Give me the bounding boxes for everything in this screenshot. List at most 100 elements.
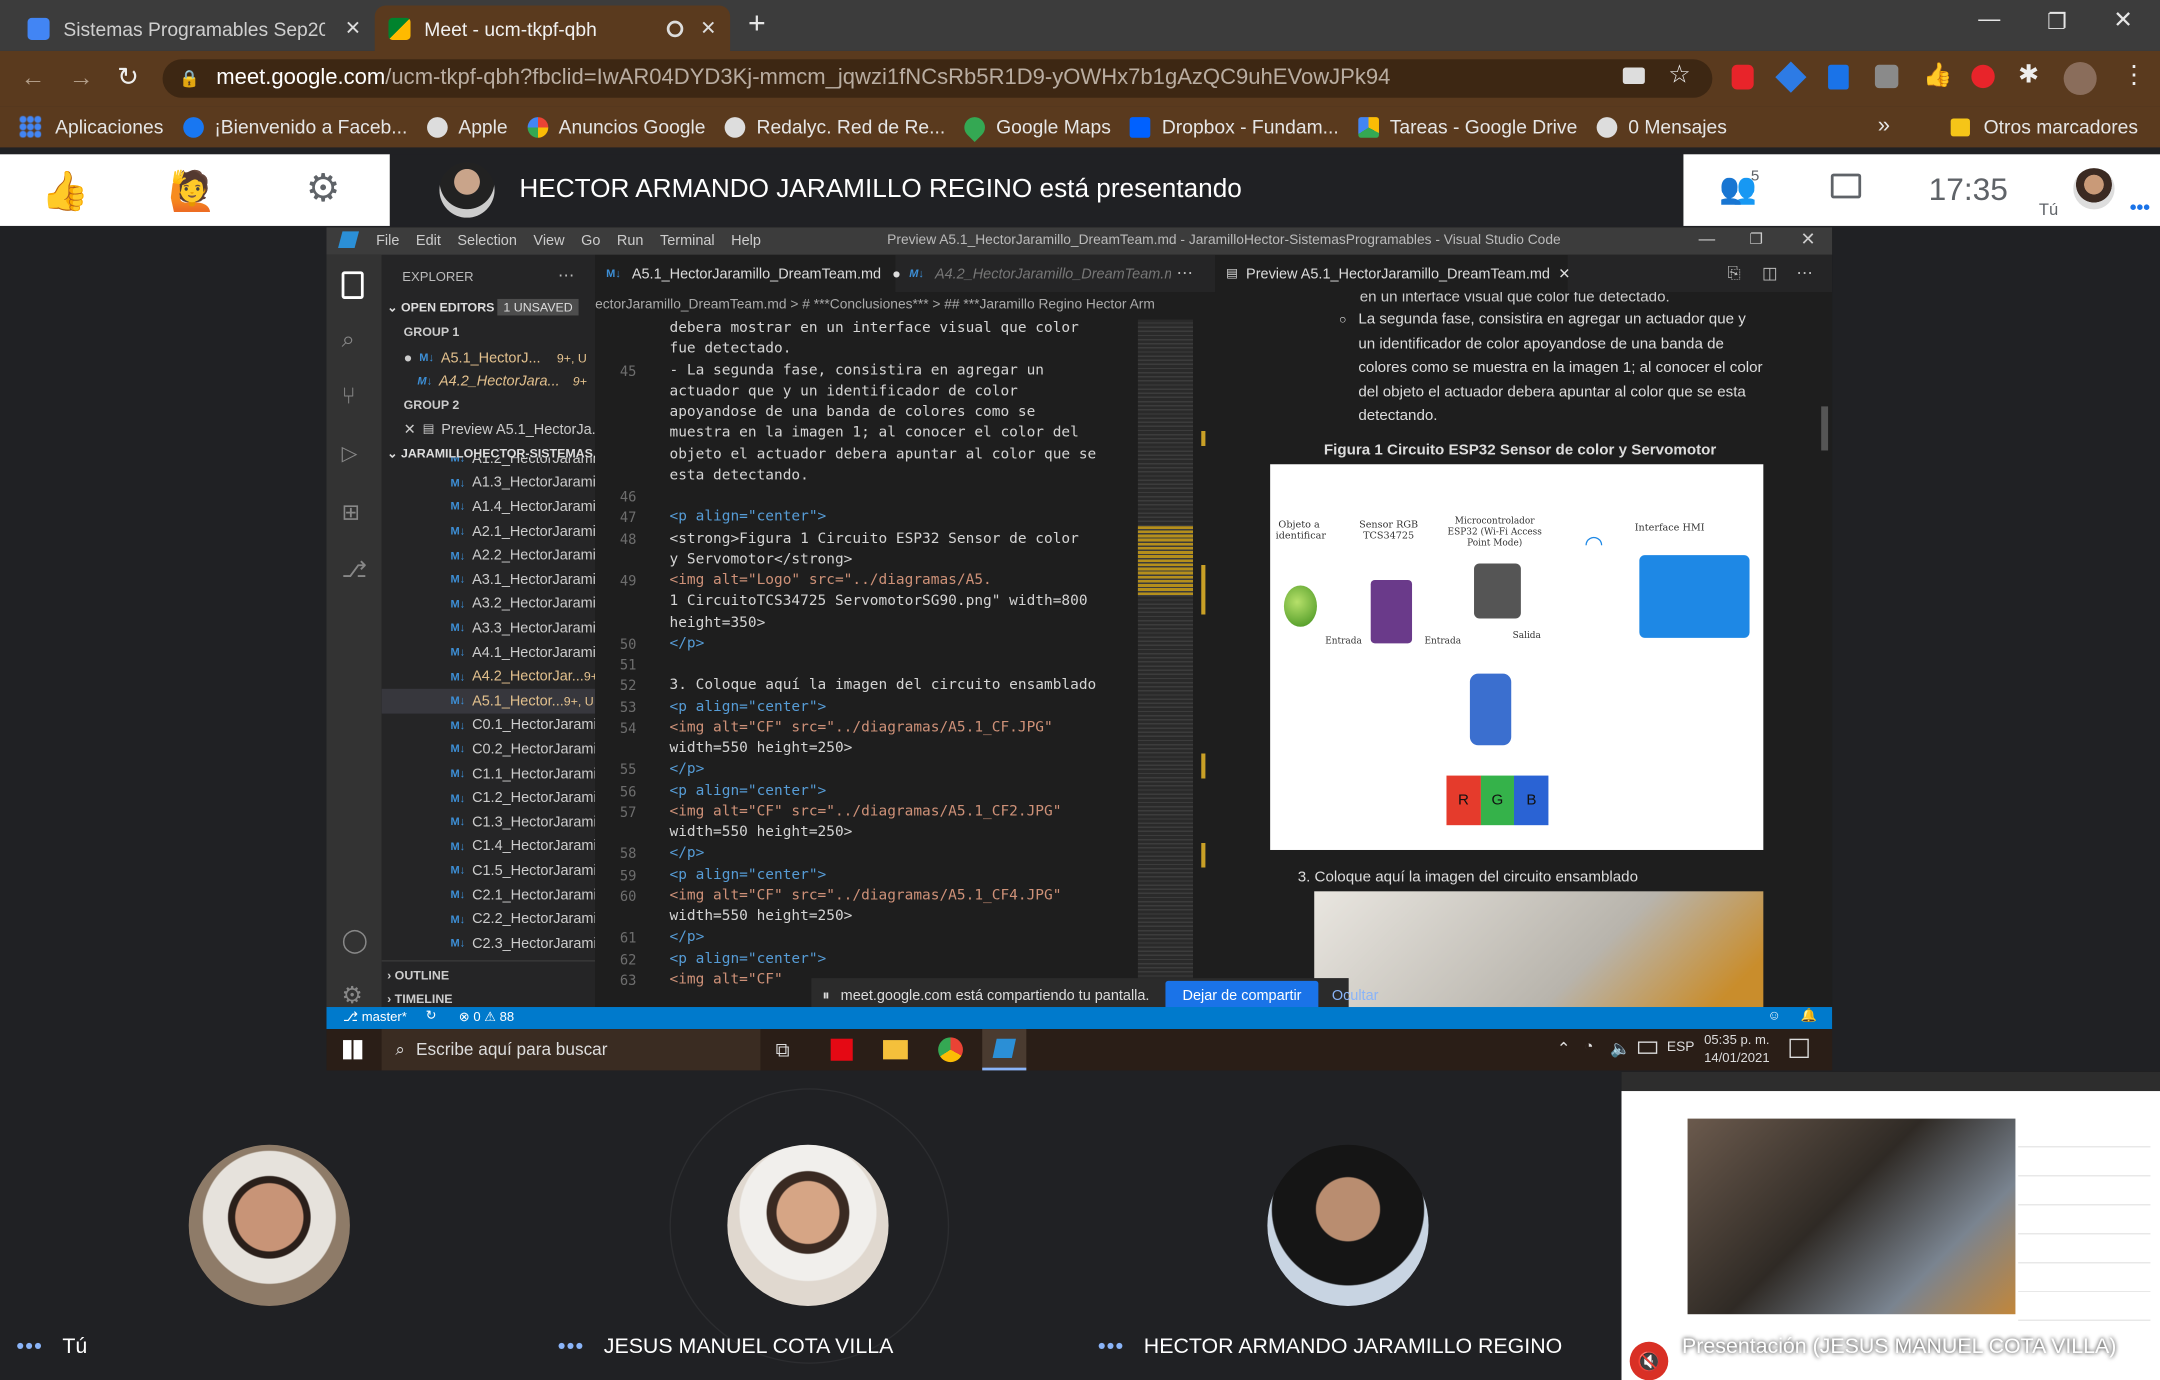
extensions-puzzle-icon[interactable]: ✱ <box>2018 61 2039 90</box>
file-tree-item[interactable]: M↓ A4.2_HectorJar...9+ <box>382 665 595 689</box>
open-editor-item[interactable]: M↓ A4.2_HectorJara... 9+ <box>382 369 596 393</box>
bookmarks-overflow[interactable]: » <box>1878 114 1890 139</box>
preview-more-icon[interactable]: ⋯ <box>1796 263 1813 282</box>
file-tree-item[interactable]: M↓ C1.1_HectorJaramillo... <box>382 762 595 786</box>
more-options-icon[interactable]: ••• <box>2130 196 2150 218</box>
file-tree-item[interactable]: M↓ A1.2_HectorJaramillo... <box>382 457 595 470</box>
extension-thumb-icon[interactable]: 👍 <box>1923 62 1952 90</box>
editor-tab[interactable]: M↓ A4.2_HectorJaramillo_DreamTeam.md <box>895 255 1171 292</box>
camera-icon[interactable] <box>1622 67 1645 85</box>
vscode-restore-icon[interactable]: ❐ <box>1750 230 1764 248</box>
file-tree-item[interactable]: M↓ C1.4_HectorJaramillo... <box>382 834 595 858</box>
close-window-icon[interactable]: ✕ <box>2113 7 2133 35</box>
action-center-icon[interactable] <box>1789 1038 1809 1058</box>
tray-battery-icon[interactable] <box>1637 1041 1658 1054</box>
open-editor-preview-item[interactable]: ✕ ▤ Preview A5.1_HectorJa... <box>382 417 595 441</box>
editor-tab-active[interactable]: M↓ A5.1_HectorJaramillo_DreamTeam.md ● <box>595 254 901 293</box>
menu-run[interactable]: Run <box>617 233 644 250</box>
notifications-icon[interactable]: 🔔 <box>1801 1008 1817 1023</box>
bookmark-redalyc[interactable]: Redalyc. Red de Re... <box>724 116 945 138</box>
file-explorer-icon[interactable] <box>883 1040 908 1060</box>
extension-gray-icon[interactable] <box>1874 64 1899 89</box>
file-tree-item[interactable]: M↓ A3.1_HectorJaramillo... <box>382 568 595 592</box>
search-icon[interactable]: ⌕ <box>342 326 355 354</box>
restore-icon[interactable]: ❐ <box>2047 8 2067 36</box>
open-source-icon[interactable]: ⎘ <box>1728 263 1741 284</box>
file-tree-item[interactable]: M↓ C1.3_HectorJaramillo... <box>382 810 595 834</box>
git-branch[interactable]: ⎇ master* <box>343 1010 407 1025</box>
file-tree-item[interactable]: M↓ C2.1_HectorJaramillo... <box>382 883 595 907</box>
file-tree-item[interactable]: M↓ C1.2_HectorJaramillo... <box>382 786 595 810</box>
preview-scrollbar[interactable] <box>1821 406 1829 451</box>
sync-icon[interactable]: ↻ <box>426 1008 437 1023</box>
menu-terminal[interactable]: Terminal <box>660 233 715 250</box>
omnibox[interactable]: 🔒 meet.google.com /ucm-tkpf-qbh?fbclid=I… <box>162 59 1713 98</box>
back-icon[interactable]: ← <box>21 63 46 92</box>
tray-language[interactable]: ESP <box>1667 1040 1695 1055</box>
file-tree-item[interactable]: M↓ C0.2_HectorJaramillo... <box>382 737 595 761</box>
file-tree-item[interactable]: M↓ C2.2_HectorJaramillo... <box>382 907 595 931</box>
bookmark-star-icon[interactable]: ☆ <box>1668 61 1690 90</box>
netflix-icon[interactable] <box>830 1038 853 1061</box>
file-tree-item[interactable]: M↓ C2.3_HectorJaramillo... <box>382 931 595 955</box>
menu-edit[interactable]: Edit <box>416 233 441 250</box>
extensions-icon[interactable]: ⊞ <box>342 499 360 527</box>
file-tree-item[interactable]: M↓ A3.3_HectorJaramillo... <box>382 616 595 640</box>
breadcrumb[interactable]: ectorJaramillo_DreamTeam.md > # ***Concl… <box>595 292 1215 320</box>
close-tab-icon[interactable]: ✕ <box>345 17 361 40</box>
close-tab-icon[interactable]: ✕ <box>700 17 716 40</box>
bookmark-apps[interactable]: Aplicaciones <box>19 115 163 138</box>
bookmark-dropbox[interactable]: Dropbox - Fundam... <box>1130 116 1339 138</box>
extension-stop-icon[interactable] <box>1971 64 1995 89</box>
bookmark-anuncios[interactable]: Anuncios Google <box>526 116 706 138</box>
file-tree-item[interactable]: M↓ C0.1_HectorJaramillo... <box>382 713 595 737</box>
preview-tab[interactable]: ▤ Preview A5.1_HectorJaramillo_DreamTeam.… <box>1215 254 1570 293</box>
tray-network-icon[interactable]: ◔ <box>1584 1039 1593 1056</box>
accounts-icon[interactable]: ◯ <box>342 927 368 955</box>
run-debug-icon[interactable]: ▷ <box>342 441 358 465</box>
browser-tab-classroom[interactable]: Sistemas Programables Sep20-Er ✕ <box>14 6 375 51</box>
browser-menu-icon[interactable]: ⋮ <box>2122 61 2147 90</box>
bookmark-maps[interactable]: Google Maps <box>960 112 1111 142</box>
self-avatar[interactable] <box>2073 168 2115 210</box>
feedback-icon[interactable]: ☺ <box>1767 1008 1780 1023</box>
editor-more-icon[interactable]: ⋯ <box>1176 263 1193 282</box>
chat-icon[interactable] <box>1830 173 1862 199</box>
hide-share-bar-button[interactable]: Ocultar <box>1332 988 1379 1005</box>
file-tree-item[interactable]: M↓ A5.1_Hector... 9+, U <box>381 688 596 713</box>
reload-icon[interactable]: ↻ <box>117 62 139 94</box>
extension-red-icon[interactable] <box>1731 64 1754 90</box>
settings-gear-icon[interactable]: ⚙ <box>306 165 341 210</box>
remote-explorer-icon[interactable]: ⎇ <box>342 557 367 585</box>
extension-book-icon[interactable] <box>1828 64 1849 90</box>
file-tree-item[interactable]: M↓ A2.1_HectorJaramillo... <box>382 519 595 543</box>
file-tree-item[interactable]: M↓ A4.1_HectorJaramillo... <box>382 640 595 664</box>
code-area[interactable]: debera mostrar en un interface visual qu… <box>595 320 1132 1016</box>
explorer-more-icon[interactable]: ⋯ <box>558 266 575 285</box>
open-editors-header[interactable]: ⌄ OPEN EDITORS 1 UNSAVED <box>387 298 579 316</box>
vscode-taskbar-button[interactable] <box>982 1029 1027 1071</box>
bookmark-drive[interactable]: Tareas - Google Drive <box>1358 116 1577 138</box>
profile-avatar[interactable] <box>2063 61 2097 96</box>
more-options-icon[interactable]: ••• <box>17 1335 44 1358</box>
bookmark-facebook[interactable]: ¡Bienvenido a Faceb... <box>182 116 407 138</box>
more-options-icon[interactable]: ••• <box>1098 1335 1125 1358</box>
bookmark-apple[interactable]: Apple <box>426 116 508 138</box>
file-tree-item[interactable]: M↓ A2.2_HectorJaramillo... <box>382 543 595 567</box>
file-tree-item[interactable]: M↓ A3.2_HectorJaramillo... <box>382 592 595 616</box>
new-tab-button[interactable]: + <box>748 6 766 42</box>
menu-go[interactable]: Go <box>581 233 600 250</box>
file-tree-item[interactable]: M↓ A1.3_HectorJaramillo... <box>382 471 595 495</box>
bookmark-mensajes[interactable]: 0 Mensajes <box>1596 116 1727 138</box>
raise-hand-icon[interactable]: 🙋 <box>168 168 216 213</box>
browser-tab-meet[interactable]: Meet - ucm-tkpf-qbh ✕ <box>374 5 731 51</box>
file-tree-item[interactable]: M↓ C1.5_HectorJaramillo... <box>382 859 595 883</box>
tray-chevron-icon[interactable]: ⌃ <box>1557 1039 1571 1058</box>
tray-volume-icon[interactable]: 🔈 <box>1610 1039 1631 1058</box>
presentation-tile[interactable]: 🔇 Presentación (JESUS MANUEL COTA VILLA) <box>1621 1071 2160 1380</box>
split-editor-icon[interactable]: ◫ <box>1762 263 1778 282</box>
taskbar-search[interactable]: ⌕ Escribe aquí para buscar <box>381 1029 761 1071</box>
vscode-close-icon[interactable]: ✕ <box>1801 229 1816 251</box>
outline-section[interactable]: › OUTLINE <box>387 968 449 982</box>
task-view-icon[interactable]: ⧉ <box>776 1039 790 1062</box>
